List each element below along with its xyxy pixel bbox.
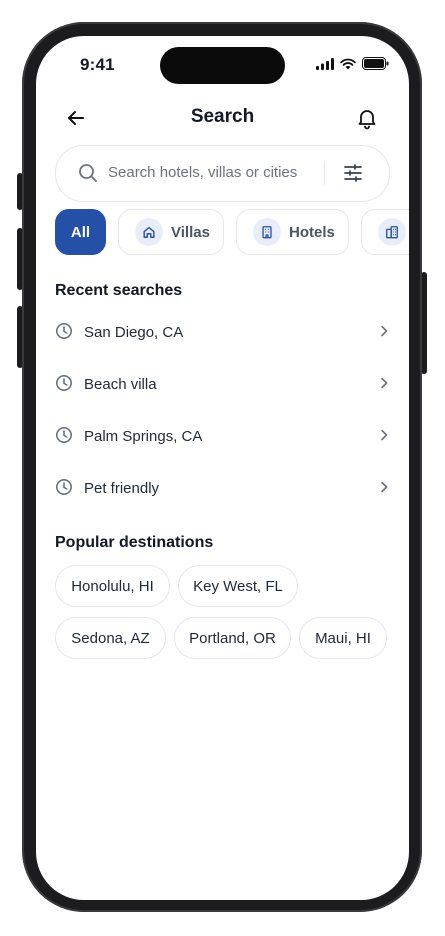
chip-label: Hotels <box>289 223 335 241</box>
destination-pill[interactable]: Sedona, AZ <box>55 617 166 659</box>
recent-search-label: Beach villa <box>84 376 157 393</box>
chip-all[interactable]: All <box>55 209 106 255</box>
recent-search-label: Palm Springs, CA <box>84 428 203 445</box>
destination-pill[interactable]: Honolulu, HI <box>55 565 170 607</box>
screen: 9:41 Search Search hotels, villas or cit… <box>36 36 409 900</box>
chevron-right-icon <box>381 481 388 493</box>
clock-icon <box>56 323 72 339</box>
recent-search-item[interactable]: Palm Springs, CA <box>55 416 391 456</box>
destination-pill[interactable]: Maui, HI <box>299 617 387 659</box>
page-title: Search <box>190 106 255 127</box>
clock-icon <box>56 375 72 391</box>
apartments-icon <box>378 218 406 246</box>
wifi-icon <box>340 58 356 69</box>
chevron-right-icon <box>381 377 388 389</box>
clock-icon <box>56 479 72 495</box>
status-time: 9:41 <box>80 55 115 74</box>
recent-search-item[interactable]: Pet friendly <box>55 468 391 508</box>
chip-hotels[interactable]: Hotels <box>236 209 349 255</box>
status-icons <box>316 57 389 70</box>
recent-search-item[interactable]: Beach villa <box>55 364 391 404</box>
search-icon <box>79 164 97 182</box>
battery-icon <box>362 57 389 70</box>
recent-search-label: San Diego, CA <box>84 324 184 341</box>
chip-apartments[interactable] <box>361 209 409 255</box>
chevron-right-icon <box>381 429 388 441</box>
dynamic-island <box>160 47 285 84</box>
popular-destinations-title: Popular destinations <box>55 534 214 551</box>
header: Search <box>36 98 409 138</box>
cellular-signal-icon <box>316 57 334 70</box>
chip-label: Villas <box>171 223 210 241</box>
chevron-right-icon <box>381 325 388 337</box>
destination-pill[interactable]: Key West, FL <box>178 565 298 607</box>
destination-pill[interactable]: Portland, OR <box>174 617 291 659</box>
clock-icon <box>56 427 72 443</box>
bell-icon[interactable] <box>355 106 379 130</box>
home-icon <box>135 218 163 246</box>
building-icon <box>253 218 281 246</box>
search-divider <box>324 161 325 185</box>
search-bar[interactable]: Search hotels, villas or cities <box>55 145 390 202</box>
recent-searches-title: Recent searches <box>55 282 183 299</box>
recent-search-item[interactable]: San Diego, CA <box>55 312 391 352</box>
category-chips: All Villas Hotels <box>55 209 409 257</box>
recent-search-label: Pet friendly <box>84 480 160 497</box>
filter-sliders-icon[interactable] <box>342 162 364 184</box>
chip-label: All <box>70 223 91 241</box>
search-input[interactable]: Search hotels, villas or cities <box>108 164 297 181</box>
chip-villas[interactable]: Villas <box>118 209 224 255</box>
